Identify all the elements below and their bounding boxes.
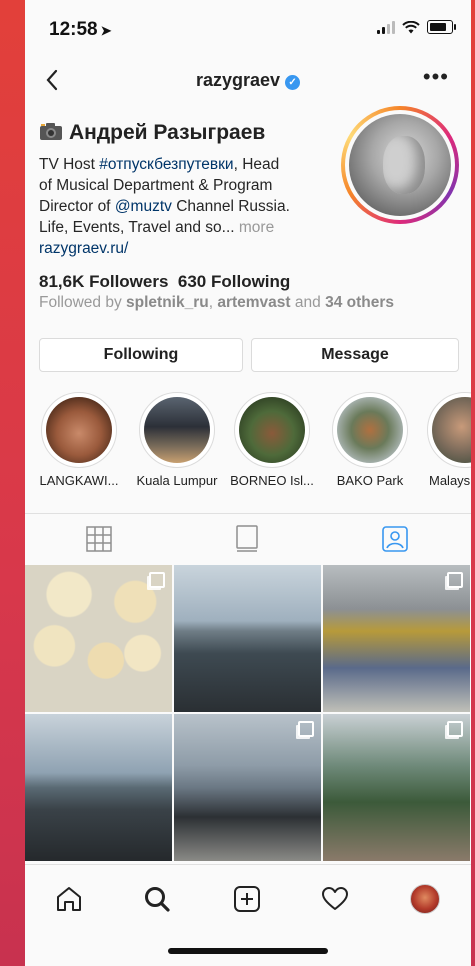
- phone-screen: 12:58 ➤ razygraev ✓ ••• Андрей Разыграев T…: [25, 0, 471, 966]
- grid-photo[interactable]: [174, 565, 321, 712]
- bio-mention-link[interactable]: @muztv: [115, 198, 172, 215]
- tab-igtv[interactable]: [173, 514, 321, 564]
- bio-text: Director of: [39, 198, 115, 215]
- carousel-icon: [298, 721, 314, 737]
- home-indicator: [168, 948, 328, 954]
- igtv-icon: [236, 525, 258, 552]
- follow-counts: 81,6K Followers 630 Following: [39, 272, 290, 292]
- grid-photo[interactable]: [25, 714, 172, 861]
- profile-tabs: [25, 514, 471, 564]
- story-highlights: LANGKAWI... Kuala Lumpur BORNEO Isl... B…: [25, 392, 471, 496]
- more-options-icon[interactable]: •••: [423, 66, 449, 88]
- highlight-item[interactable]: LANGKAWI...: [37, 392, 121, 488]
- carousel-icon: [447, 572, 463, 588]
- highlight-label: Malays: [429, 473, 471, 488]
- mutual-user-1[interactable]: spletnik_ru: [126, 294, 209, 311]
- bio-text: Channel Russia.: [171, 198, 290, 215]
- highlight-item[interactable]: BORNEO Isl...: [230, 392, 314, 488]
- battery-icon: [427, 20, 456, 34]
- signal-icon: [377, 20, 395, 34]
- search-icon: [145, 887, 170, 912]
- followed-by[interactable]: Followed by spletnik_ru, artemvast and 3…: [39, 294, 394, 312]
- grid-icon: [86, 526, 112, 552]
- grid-photo[interactable]: [174, 714, 321, 861]
- status-bar: 12:58 ➤: [25, 0, 471, 58]
- nav-home[interactable]: [49, 879, 89, 919]
- camera-emoji-icon: [40, 123, 62, 140]
- status-time: 12:58 ➤: [49, 19, 112, 41]
- username-text: razygraev: [195, 70, 281, 90]
- home-icon: [57, 887, 81, 911]
- nav-search[interactable]: [137, 879, 177, 919]
- profile-bio: TV Host #отпускбезпутевки, Head of Music…: [39, 154, 339, 259]
- profile-avatar-icon: [410, 884, 440, 914]
- grid-photo[interactable]: [323, 714, 470, 861]
- tab-tagged[interactable]: [321, 514, 469, 564]
- wifi-icon: [402, 20, 420, 33]
- bio-text: of Musical Department & Program: [39, 177, 273, 194]
- highlight-item[interactable]: Kuala Lumpur: [135, 392, 219, 488]
- message-button[interactable]: Message: [251, 338, 459, 372]
- bio-text: , Head: [233, 156, 280, 173]
- bio-more-link[interactable]: more: [235, 219, 274, 236]
- status-time-text: 12:58: [49, 19, 98, 40]
- grid-photo[interactable]: [25, 565, 172, 712]
- bio-text: TV Host: [39, 156, 100, 173]
- highlight-label: BORNEO Isl...: [230, 473, 314, 488]
- bio-text: Life, Events, Travel and so...: [39, 219, 235, 236]
- carousel-icon: [149, 572, 165, 588]
- verified-badge-icon: ✓: [285, 75, 301, 90]
- page-title: razygraev ✓: [25, 70, 471, 91]
- following-count[interactable]: 630 Following: [178, 272, 290, 291]
- grid-photo[interactable]: [323, 565, 470, 712]
- carousel-icon: [447, 721, 463, 737]
- highlight-item[interactable]: Malays: [423, 392, 471, 488]
- highlight-label: Kuala Lumpur: [136, 473, 218, 488]
- status-icons: [377, 20, 456, 34]
- profile-header: razygraev ✓ •••: [25, 58, 471, 102]
- profile-display-name: Андрей Разыграев: [39, 121, 265, 145]
- website-link[interactable]: razygraev.ru/: [39, 238, 339, 259]
- highlight-label: BAKO Park: [336, 473, 404, 488]
- tagged-icon: [382, 526, 408, 552]
- mutual-user-2[interactable]: artemvast: [217, 294, 290, 311]
- photo-grid: [25, 565, 471, 865]
- tab-posts-grid[interactable]: [25, 514, 173, 564]
- location-arrow-icon: ➤: [100, 23, 112, 38]
- following-button[interactable]: Following: [39, 338, 243, 372]
- profile-name-text: Андрей Разыграев: [69, 121, 266, 144]
- followers-count[interactable]: 81,6K Followers: [39, 272, 168, 291]
- profile-avatar[interactable]: [341, 106, 459, 224]
- bottom-navigation: [25, 864, 471, 931]
- nav-activity[interactable]: [315, 879, 355, 919]
- activity-heart-icon: [322, 887, 348, 910]
- nav-new-post[interactable]: [227, 879, 267, 919]
- nav-profile[interactable]: [405, 879, 445, 919]
- highlight-item[interactable]: BAKO Park: [328, 392, 412, 488]
- mutual-others[interactable]: 34 others: [325, 294, 394, 311]
- bio-hashtag-link[interactable]: #отпускбезпутевки: [99, 156, 233, 173]
- new-post-icon: [234, 886, 260, 912]
- highlight-label: LANGKAWI...: [39, 473, 119, 488]
